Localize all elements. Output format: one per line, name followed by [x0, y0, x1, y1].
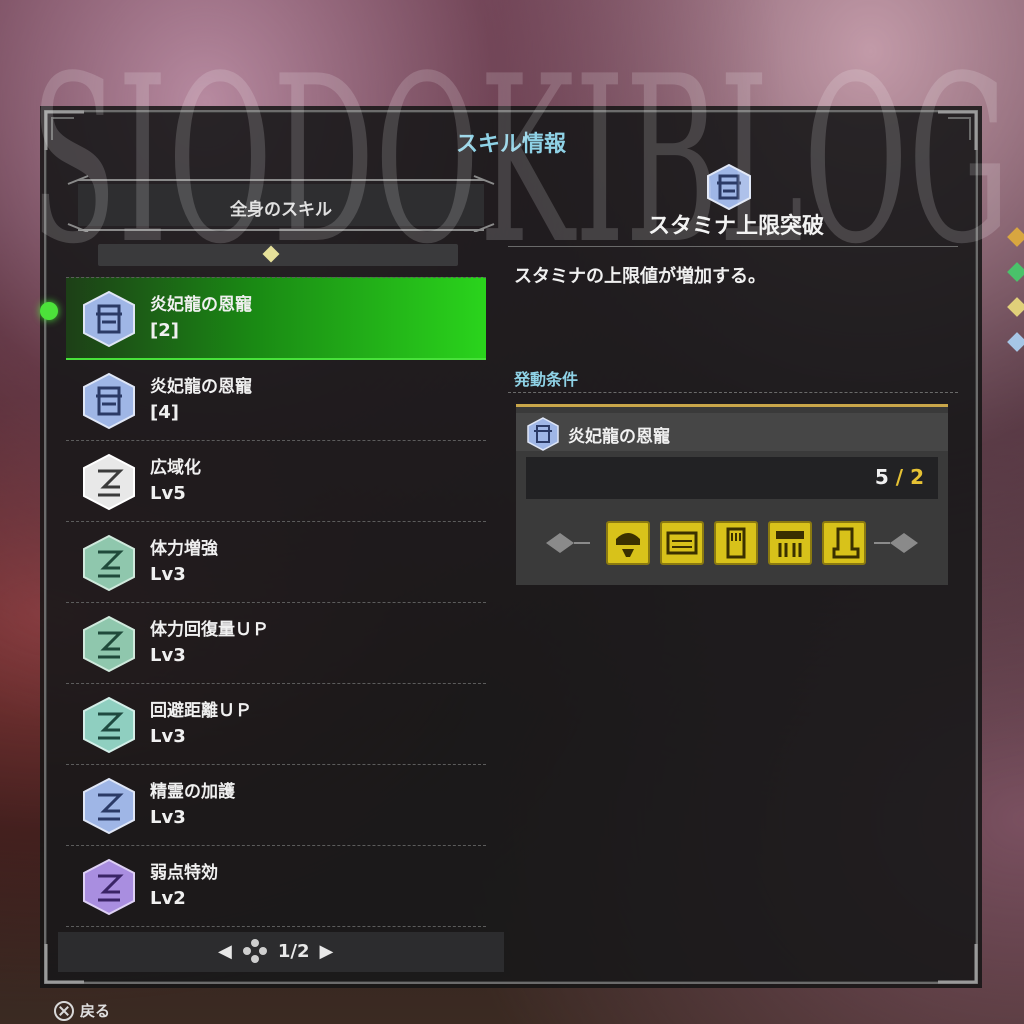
skill-detail-column: スタミナ上限突破 スタミナの上限値が増加する。 発動条件 炎妃龍の恩寵 5 / … [508, 162, 958, 952]
skill-name: 体力回復量ＵＰ [150, 620, 269, 640]
prev-page-icon[interactable]: ◀ [218, 941, 232, 962]
leg-icon[interactable] [822, 521, 866, 565]
skill-name: 弱点特効 [150, 863, 218, 883]
chest-icon[interactable] [660, 521, 704, 565]
scroll-thumb[interactable] [262, 245, 280, 263]
skill-row[interactable]: 精霊の加護 Lv3 [66, 765, 486, 846]
skill-name: 回避距離ＵＰ [150, 701, 252, 721]
skill-row[interactable]: 炎妃龍の恩寵 [2] [40, 277, 486, 360]
condition-header: 炎妃龍の恩寵 [516, 413, 948, 451]
skill-row[interactable]: 広域化 Lv5 [66, 441, 486, 522]
skill-row[interactable]: 体力回復量ＵＰ Lv3 [66, 603, 486, 684]
skill-gem-icon [82, 372, 136, 430]
panel-title: スキル情報 [455, 132, 566, 157]
skill-gem-icon [82, 534, 136, 592]
skill-level: [4] [150, 402, 179, 423]
skill-gem-icon [82, 696, 136, 754]
equipment-row [546, 511, 918, 571]
dpad-icon [242, 938, 268, 964]
skill-gem-icon [82, 615, 136, 673]
skill-name: 精霊の加護 [150, 782, 235, 802]
back-label: 戻る [80, 1002, 111, 1020]
skill-level: Lv2 [150, 888, 186, 909]
condition-current: 5 [874, 465, 889, 489]
skill-gem-icon [82, 290, 136, 348]
skill-list-column: 全身のスキル 炎妃龍の恩寵 [2] 炎妃龍の恩寵 [4] 広域化 Lv5 体力増… [40, 162, 504, 972]
next-page-icon[interactable]: ▶ [319, 941, 333, 962]
condition-count: 5 / 2 [875, 465, 924, 489]
scrollbar[interactable] [98, 244, 458, 266]
skill-level: Lv3 [150, 564, 186, 585]
skill-level: Lv3 [150, 726, 186, 747]
pager: ◀ 1/2 ▶ [58, 932, 504, 972]
left-header-label: 全身のスキル [230, 200, 332, 220]
skill-level: Lv3 [150, 807, 186, 828]
skill-level: Lv3 [150, 645, 186, 666]
condition-skill-name: 炎妃龍の恩寵 [568, 427, 670, 447]
skill-list: 炎妃龍の恩寵 [2] 炎妃龍の恩寵 [4] 広域化 Lv5 体力増強 Lv3 体… [40, 277, 486, 927]
hud-item-icon [1007, 227, 1024, 247]
skill-info-panel: スキル情報 全身のスキル 炎妃龍の恩寵 [2] 炎妃龍の恩寵 [4] 広域化 L… [40, 110, 978, 984]
condition-required: 2 [910, 465, 924, 489]
selection-cursor-icon [40, 302, 58, 320]
skill-level: Lv5 [150, 483, 186, 504]
skill-gem-icon [82, 777, 136, 835]
skill-row[interactable]: 弱点特効 Lv2 [66, 846, 486, 927]
skill-row[interactable]: 炎妃龍の恩寵 [4] [66, 360, 486, 441]
cross-button-icon [54, 1000, 74, 1021]
activation-condition-label: 発動条件 [514, 370, 579, 389]
skill-title-bar: スタミナ上限突破 [508, 200, 958, 247]
left-header: 全身のスキル [58, 162, 504, 233]
skill-gem-icon [82, 858, 136, 916]
condition-box: 炎妃龍の恩寵 5 / 2 [516, 404, 948, 585]
waist-icon[interactable] [768, 521, 812, 565]
edge-hud [1006, 150, 1024, 970]
skill-gem-icon [82, 453, 136, 511]
hud-item-icon [1007, 332, 1024, 352]
skill-gem-icon [526, 417, 560, 451]
skill-name: 炎妃龍の恩寵 [150, 295, 252, 315]
skill-name: 体力増強 [150, 539, 218, 559]
skill-level: [2] [150, 320, 179, 341]
skill-name: 炎妃龍の恩寵 [150, 377, 252, 397]
skill-row[interactable]: 回避距離ＵＰ Lv3 [66, 684, 486, 765]
skill-title: スタミナ上限突破 [647, 214, 824, 239]
skill-name: 広域化 [150, 458, 201, 478]
hud-item-icon [1007, 297, 1024, 317]
page-indicator: 1/2 [277, 940, 310, 962]
condition-count-bar: 5 / 2 [526, 457, 938, 499]
divider [508, 392, 958, 393]
arm-icon[interactable] [714, 521, 758, 565]
skill-description: スタミナの上限値が増加する。 [514, 266, 766, 287]
skill-row[interactable]: 体力増強 Lv3 [66, 522, 486, 603]
hud-item-icon [1007, 262, 1024, 282]
helm-icon[interactable] [606, 521, 650, 565]
back-hint[interactable]: 戻る [54, 1000, 110, 1021]
condition-slash: / [895, 465, 904, 489]
